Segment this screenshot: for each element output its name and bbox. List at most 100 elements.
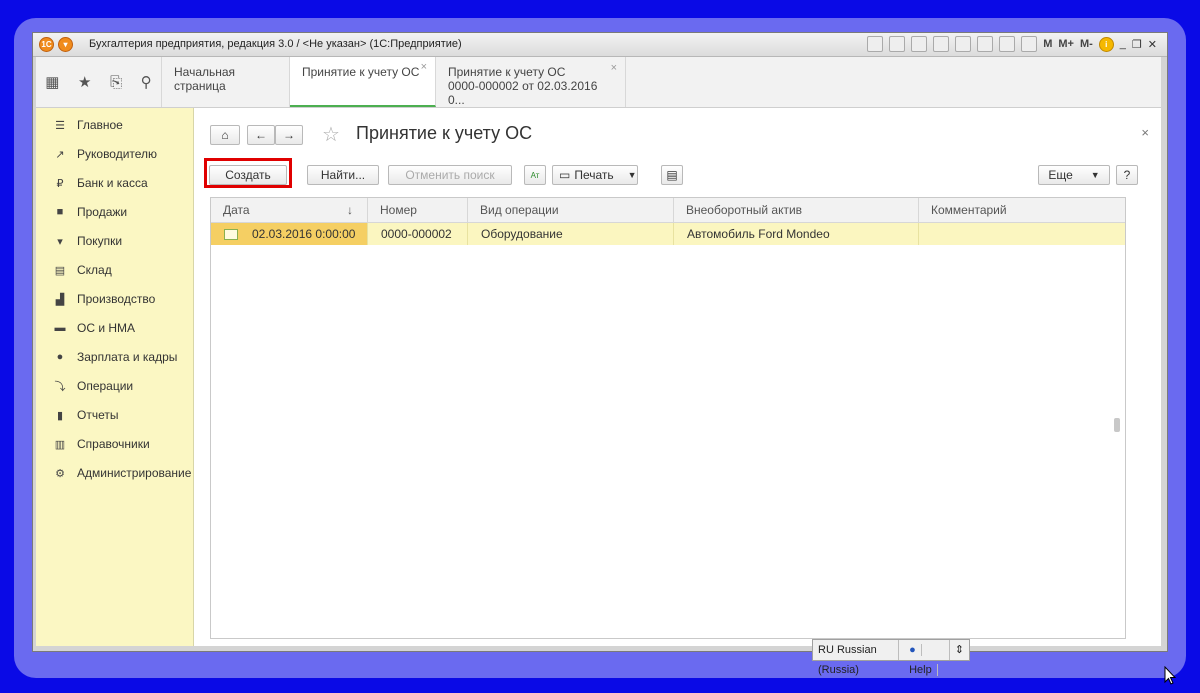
memory-button[interactable]: M (1043, 38, 1052, 50)
close-icon[interactable]: ✕ (1148, 38, 1157, 51)
home-button[interactable]: ⌂ (210, 125, 240, 145)
memory-subtract-button[interactable]: M- (1080, 38, 1093, 50)
minimize-icon[interactable]: _ (1120, 38, 1126, 50)
book-icon: ▥ (54, 438, 66, 451)
main-menu-icon[interactable]: ▾ (58, 37, 73, 52)
sidebar-item-label: Главное (77, 118, 123, 132)
arrow-right-icon: → (283, 128, 295, 142)
sidebar-item-label: Покупки (77, 234, 123, 248)
app-window: 1С ▾ Бухгалтерия предприятия, редакция 3… (32, 32, 1168, 652)
trend-icon: ↗ (55, 148, 65, 161)
sidebar-item-fixed-assets[interactable]: ▬ ОС и НМА (36, 318, 136, 338)
bag-icon: ■ (56, 206, 64, 218)
chevron-down-icon: ▼ (627, 170, 637, 180)
cell-asset[interactable]: Автомобиль Ford Mondeo (674, 223, 919, 245)
sidebar-item-label: ОС и НМА (77, 321, 136, 335)
sidebar-item-main[interactable]: ☰ Главное (36, 115, 123, 135)
column-number[interactable]: Номер (368, 198, 468, 222)
preview-icon[interactable] (911, 36, 928, 52)
help-circle-icon: ● (904, 644, 922, 656)
language-indicator[interactable]: RU Russian (Russia) (813, 640, 900, 676)
cell-date[interactable]: 02.03.2016 0:00:00 (211, 223, 368, 245)
back-button[interactable]: ← (247, 125, 275, 145)
sidebar-item-production[interactable]: ▟ Производство (36, 289, 155, 309)
close-form-icon[interactable]: × (1141, 125, 1149, 140)
column-operation[interactable]: Вид операции (468, 198, 674, 222)
report-icon[interactable]: ▤ (661, 165, 683, 185)
more-button[interactable]: Еще ▼ (1038, 165, 1110, 185)
sidebar-item-salary[interactable]: ● Зарплата и кадры (36, 347, 178, 367)
help-button[interactable]: ? (1116, 165, 1138, 185)
tab-home[interactable]: Начальная страница (162, 57, 290, 107)
scrollbar-thumb[interactable] (1114, 418, 1120, 432)
main-content: ⌂ ← → ☆ Принятие к учету ОС × Создать На… (194, 108, 1161, 646)
column-asset[interactable]: Внеоборотный актив (674, 198, 919, 222)
cell-operation[interactable]: Оборудование (468, 223, 674, 245)
sidebar-item-manager[interactable]: ↗ Руководителю (36, 144, 157, 164)
window-title: Бухгалтерия предприятия, редакция 3.0 / … (89, 38, 462, 50)
sidebar-item-label: Администрирование (77, 466, 192, 480)
sidebar-item-reports[interactable]: ▮ Отчеты (36, 405, 119, 425)
sidebar-item-admin[interactable]: ⚙ Администрирование (36, 463, 191, 483)
print-label: Печать (574, 168, 614, 182)
sidebar-item-warehouse[interactable]: ▤ Склад (36, 260, 112, 280)
save-icon[interactable] (867, 36, 884, 52)
tab-asset-document[interactable]: Принятие к учету ОС 0000-000002 от 02.03… (436, 57, 626, 107)
help-status-label: Help (904, 664, 938, 676)
sidebar-item-sales[interactable]: ■ Продажи (36, 202, 127, 222)
calculator-icon[interactable] (977, 36, 994, 52)
sidebar-item-operations[interactable]: ⤵ Операции (36, 376, 134, 396)
column-date[interactable]: Дата ↓ (211, 198, 368, 222)
help-status-button[interactable]: ● Help (899, 640, 950, 676)
sort-icon[interactable]: Ат (524, 165, 546, 185)
favorite-star-icon[interactable]: ☆ (322, 122, 340, 147)
sidebar-item-purchases[interactable]: ▾ Покупки (36, 231, 122, 251)
table-row[interactable]: 02.03.2016 0:00:00 0000-000002 Оборудова… (211, 223, 1125, 245)
sidebar-item-catalogs[interactable]: ▥ Справочники (36, 434, 150, 454)
language-bar: RU Russian (Russia) ● Help ⇕ (812, 639, 970, 676)
arrow-left-icon: ← (255, 128, 267, 142)
info-icon[interactable]: i (1098, 36, 1114, 52)
sidebar-item-bank[interactable]: ₽ Банк и касса (36, 173, 148, 193)
sidebar-item-label: Склад (77, 263, 112, 277)
vertical-scrollbar[interactable] (1112, 200, 1122, 636)
print-icon[interactable] (889, 36, 906, 52)
sidebar-item-label: Продажи (77, 205, 128, 219)
warehouse-icon: ▤ (54, 264, 66, 277)
favorites-icon[interactable] (933, 36, 950, 52)
more-label: Еще (1048, 168, 1073, 182)
restore-icon[interactable]: ❐ (1132, 38, 1142, 51)
memory-add-button[interactable]: M+ (1058, 38, 1074, 50)
forward-button[interactable]: → (275, 125, 303, 145)
factory-icon: ▟ (55, 293, 65, 306)
tab-assets-list[interactable]: Принятие к учету ОС × (290, 57, 436, 107)
person-icon: ● (56, 351, 64, 363)
mouse-cursor-icon (1164, 666, 1176, 685)
tab-close-icon[interactable]: × (421, 61, 427, 73)
ruble-icon: ₽ (56, 177, 64, 190)
print-button[interactable]: ▭ Печать ▼ (552, 165, 638, 185)
clipboard-icon[interactable] (1021, 36, 1038, 52)
favorites-star-icon[interactable]: ★ (78, 73, 91, 91)
gear-icon: ⚙ (55, 467, 65, 480)
column-comment[interactable]: Комментарий (919, 198, 1125, 222)
history-icon[interactable] (955, 36, 972, 52)
operations-icon: ⤵ (54, 381, 66, 393)
calendar-icon[interactable] (999, 36, 1016, 52)
documents-table: Дата ↓ Номер Вид операции Внеоборотный а… (210, 197, 1126, 639)
history-icon[interactable]: ⎘ (110, 74, 122, 91)
sidebar-item-label: Банк и касса (77, 176, 148, 190)
tab-close-icon[interactable]: × (611, 61, 617, 75)
table-header: Дата ↓ Номер Вид операции Внеоборотный а… (211, 198, 1125, 223)
cancel-search-button[interactable]: Отменить поиск (388, 165, 512, 185)
options-icon[interactable]: ⇕ (950, 640, 969, 660)
sidebar-item-label: Операции (77, 379, 134, 393)
cell-comment[interactable] (919, 223, 1125, 245)
cell-number[interactable]: 0000-000002 (368, 223, 468, 245)
section-navbar: ▦ ★ ⎘ ⚲ Начальная страница Принятие к уч… (36, 57, 1161, 108)
find-button[interactable]: Найти... (307, 165, 379, 185)
search-icon[interactable]: ⚲ (141, 73, 152, 91)
create-button[interactable]: Создать (209, 165, 287, 185)
apps-grid-icon[interactable]: ▦ (45, 73, 59, 91)
app-logo-icon[interactable]: 1С (39, 37, 54, 52)
